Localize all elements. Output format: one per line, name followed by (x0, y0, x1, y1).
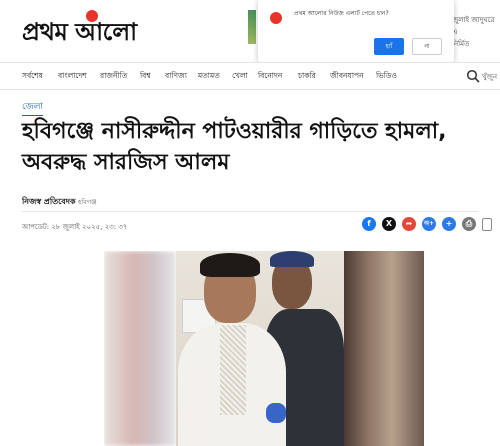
promo-line-2: নির্মিত (452, 40, 470, 48)
nav-item-jobs[interactable]: চাকরি (298, 71, 316, 83)
print-icon[interactable]: ⎙ (462, 217, 476, 231)
section-link[interactable]: জেলা (22, 99, 44, 116)
bookmark-icon[interactable] (482, 218, 492, 231)
nav-item-video[interactable]: ভিডিও (376, 71, 397, 83)
person-left-hair (200, 253, 260, 277)
search-label[interactable]: খুঁজুন (482, 71, 497, 83)
ad-image[interactable] (248, 10, 256, 44)
photo-main (176, 251, 344, 446)
site-logo-icon (270, 12, 282, 24)
blue-glove (266, 403, 286, 423)
panjabi-embroidery (220, 325, 246, 415)
nav-item-sports[interactable]: খেলা (232, 71, 248, 83)
nav-item-opinion[interactable]: মতামত (198, 71, 220, 83)
header-promo-text[interactable]: জুলাই জাদুঘরে এ নির্মিত (452, 14, 500, 50)
notification-message: প্রথম আলোর নিউজ এলার্ট পেতে চান? (294, 10, 389, 17)
search-icon[interactable] (466, 69, 480, 83)
photo-blur-right (344, 251, 424, 446)
meta-divider (22, 211, 478, 212)
article-headline: হবিগঞ্জে নাসীরুদ্দীন পাটওয়ারীর গাড়িতে … (22, 119, 447, 175)
allow-notifications-button[interactable]: হ্যাঁ (374, 38, 404, 55)
author-name[interactable]: নিজস্ব প্রতিবেদক (22, 196, 76, 209)
logo-sun-icon (86, 10, 98, 22)
font-size-icon[interactable]: অ+ (422, 217, 436, 231)
nav-item-latest[interactable]: সর্বশেষ (22, 71, 43, 83)
logo-text: প্রথম আলো (22, 17, 137, 46)
main-nav: সর্বশেষ বাংলাদেশ রাজনীতি বিশ্ব বাণিজ্য ম… (0, 62, 500, 90)
share-icon[interactable]: ➦ (402, 217, 416, 231)
x-share-icon[interactable]: X (382, 217, 396, 231)
updated-date: আপডেট: ২৮ জুলাই ২০২৫, ২৩: ৩৭ (22, 223, 128, 231)
photo-blur-left (104, 251, 176, 446)
promo-line-1: জুলাই জাদুঘরে এ (452, 16, 495, 36)
person-right-cap (270, 251, 314, 267)
site-logo[interactable]: প্রথম আলো (22, 10, 137, 54)
comment-icon[interactable]: + (442, 217, 456, 231)
nav-item-politics[interactable]: রাজনীতি (100, 71, 127, 83)
nav-item-bangladesh[interactable]: বাংলাদেশ (58, 71, 87, 83)
nav-item-lifestyle[interactable]: জীবনযাপন (330, 71, 364, 83)
nav-item-business[interactable]: বাণিজ্য (165, 71, 187, 83)
nav-item-world[interactable]: বিশ্ব (140, 71, 151, 83)
article-photo[interactable] (104, 251, 424, 446)
nav-item-entertainment[interactable]: বিনোদন (258, 71, 282, 83)
notification-prompt: প্রথম আলোর নিউজ এলার্ট পেতে চান? হ্যাঁ ন… (258, 0, 454, 62)
facebook-share-icon[interactable]: f (362, 217, 376, 231)
deny-notifications-button[interactable]: না (412, 38, 442, 55)
author-location: হবিগঞ্জ (78, 198, 97, 206)
